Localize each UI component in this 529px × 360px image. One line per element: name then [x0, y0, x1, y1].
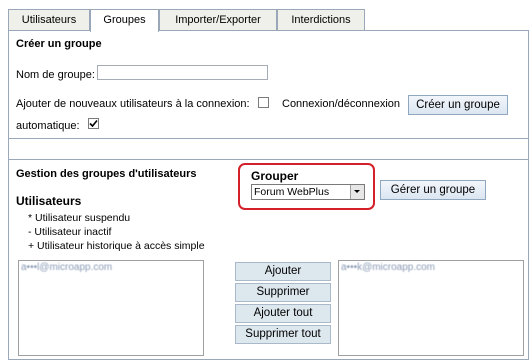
- manage-groups-heading: Gestion des groupes d'utilisateurs: [16, 168, 197, 180]
- chevron-down-icon[interactable]: [350, 185, 364, 199]
- checkmark-icon: [89, 119, 98, 128]
- legend-historical: + Utilisateur historique à accès simple: [28, 240, 205, 252]
- manage-group-button[interactable]: Gérer un groupe: [380, 180, 486, 200]
- list-item[interactable]: a•••l@microapp.com: [21, 262, 112, 273]
- group-select-value: Forum WebPlus: [254, 186, 330, 198]
- add-all-button[interactable]: Ajouter tout: [235, 304, 331, 323]
- remove-button[interactable]: Supprimer: [235, 283, 331, 302]
- tab-groupes[interactable]: Groupes: [90, 9, 159, 32]
- auto-login-checkbox[interactable]: [88, 118, 99, 129]
- group-select[interactable]: Forum WebPlus: [251, 184, 365, 200]
- legend-suspended: * Utilisateur suspendu: [28, 212, 131, 224]
- remove-all-button[interactable]: Supprimer tout: [235, 325, 331, 344]
- available-users-list[interactable]: a•••l@microapp.com: [18, 260, 204, 356]
- group-name-label: Nom de groupe:: [16, 69, 95, 81]
- tab-interdictions[interactable]: Interdictions: [277, 9, 365, 30]
- create-group-button[interactable]: Créer un groupe: [408, 95, 508, 115]
- auto-login-label: Connexion/déconnexion: [282, 98, 401, 110]
- auto-login-label-continued: automatique:: [16, 120, 80, 132]
- group-members-list[interactable]: a•••k@microapp.com: [338, 260, 524, 356]
- spacer-panel: [8, 139, 529, 160]
- users-heading: Utilisateurs: [16, 194, 82, 208]
- group-by-label: Grouper: [251, 169, 299, 183]
- create-group-panel: Créer un groupe Nom de groupe: Ajouter d…: [8, 31, 529, 139]
- add-button[interactable]: Ajouter: [235, 262, 331, 281]
- manage-groups-panel: Gestion des groupes d'utilisateurs Utili…: [8, 160, 529, 360]
- tab-utilisateurs[interactable]: Utilisateurs: [8, 9, 90, 30]
- legend-inactive: - Utilisateur inactif: [28, 226, 112, 238]
- group-name-field[interactable]: [97, 65, 268, 80]
- list-item[interactable]: a•••k@microapp.com: [341, 262, 435, 273]
- group-selector-highlight: Grouper Forum WebPlus: [238, 163, 375, 210]
- tab-importer-exporter[interactable]: Importer/Exporter: [159, 9, 277, 30]
- auto-add-label: Ajouter de nouveaux utilisateurs à la co…: [16, 98, 250, 110]
- create-group-heading: Créer un groupe: [16, 38, 102, 50]
- auto-add-checkbox[interactable]: [258, 97, 269, 108]
